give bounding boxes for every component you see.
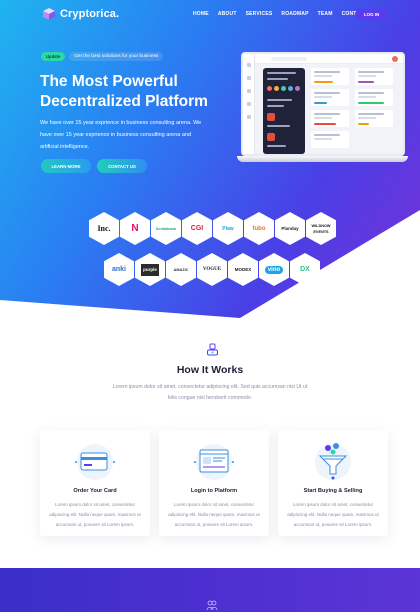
logo-cube-icon [43,8,55,20]
top-navigation: Cryptorica. HOME ABOUT SERVICES ROADMAP … [0,0,420,28]
hero-section: Cryptorica. HOME ABOUT SERVICES ROADMAP … [0,0,420,320]
funnel-coins-icon [315,443,351,480]
update-banner[interactable]: Update Get the best solutions for your b… [41,52,164,61]
team-icon [206,600,218,611]
step-card-login: Login to Platform Lorem ipsum dolor sit … [159,430,269,536]
step-title: Order Your Card [73,488,117,494]
how-it-works-icon [207,343,218,356]
logo[interactable]: Cryptorica. [42,7,119,21]
project-card [263,68,305,154]
avatar [392,56,398,62]
update-text: Get the best solutions for your business [69,52,164,61]
nav-item-about[interactable]: ABOUT [218,11,237,17]
browser-window-icon [194,444,234,480]
hero-title-line-2: Decentralized Platform [40,92,208,110]
laptop-base [237,156,408,162]
step-text: Lorem ipsum dolor sit amet, consectetur … [49,502,141,527]
credit-card-icon [75,444,115,480]
how-it-works-title: How It Works [176,364,244,376]
nav-item-team[interactable]: TEAM [318,11,333,17]
learn-more-button[interactable]: LEARN MORE [41,159,91,173]
dashboard-screenshot [241,52,405,156]
login-button[interactable]: LOG IN [355,9,388,20]
task-column-2 [355,68,393,154]
step-title: Start Buying & Selling [303,488,363,494]
step-title: Login to Platform [190,488,238,494]
brand-name: Cryptorica. [60,8,120,20]
step-card-order: Order Your Card Lorem ipsum dolor sit am… [40,430,150,536]
nav-item-home[interactable]: HOME [193,11,209,17]
step-text: Lorem ipsum dolor sit amet, consectetur … [287,502,379,527]
step-text: Lorem ipsum dolor sit amet, consectetur … [168,502,260,527]
laptop-mockup [237,52,408,162]
app-sidebar [243,54,255,154]
contact-us-button[interactable]: CONTACT US [97,159,147,173]
update-badge: Update [41,52,66,61]
task-column-1 [311,68,349,154]
how-it-works-description: Lorem ipsum dolor sit amet, consectetur … [112,384,308,401]
step-card-trade: Start Buying & Selling Lorem ipsum dolor… [278,430,388,536]
app-search-bar [271,57,307,61]
hero-description: We have over 15 year exprience in busine… [40,120,202,150]
nav-item-roadmap[interactable]: ROADMAP [281,11,308,17]
app-topbar [255,54,403,64]
main-menu: HOME ABOUT SERVICES ROADMAP TEAM CONTACT [193,11,367,17]
nav-item-services[interactable]: SERVICES [246,11,273,17]
hero-title: The Most Powerful Decentralized Platform [40,72,240,111]
hero-title-line-1: The Most Powerful [40,73,178,90]
